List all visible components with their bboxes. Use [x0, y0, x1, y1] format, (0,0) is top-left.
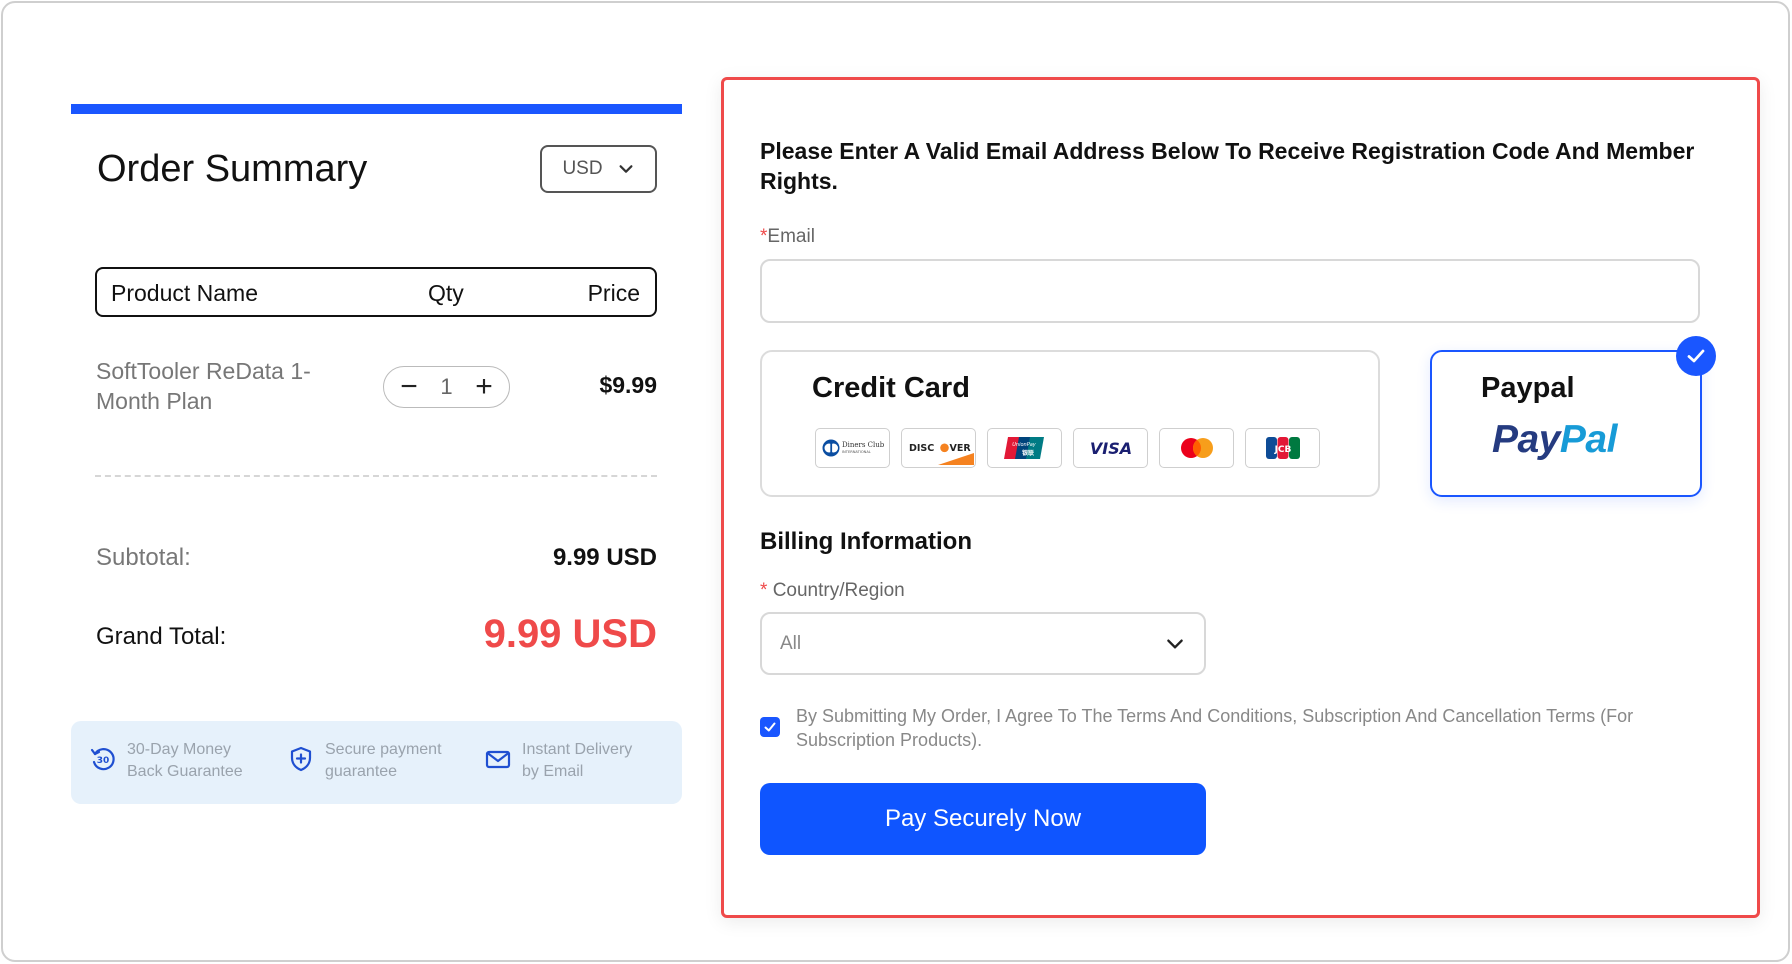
- paypal-logo-pal: Pal: [1559, 418, 1618, 461]
- checkout-form-panel: Please Enter A Valid Email Address Below…: [721, 77, 1760, 918]
- svg-text:UnionPay: UnionPay: [1012, 442, 1037, 448]
- guarantee-line-2: guarantee: [325, 763, 398, 780]
- guarantee-line-2: by Email: [522, 763, 584, 780]
- country-region-select[interactable]: All: [760, 612, 1206, 675]
- svg-text:INTERNATIONAL: INTERNATIONAL: [842, 450, 871, 454]
- paypal-logo-pay: Pay: [1492, 418, 1560, 461]
- country-value: All: [780, 632, 802, 654]
- order-summary-title: Order Summary: [97, 148, 368, 190]
- guarantee-secure-payment: Secure payment guarantee: [287, 739, 442, 783]
- guarantee-line-1: 30-Day Money: [127, 741, 232, 758]
- chevron-down-icon: [1167, 638, 1183, 649]
- unionpay-logo: UnionPay 银联: [987, 428, 1062, 468]
- paypal-label: Paypal: [1481, 372, 1575, 404]
- jcb-icon: JCB: [1265, 437, 1300, 459]
- payment-method-credit-card[interactable]: Credit Card Diners Club INTERNATIONAL DI…: [760, 350, 1380, 497]
- email-instructions: Please Enter A Valid Email Address Below…: [760, 138, 1695, 194]
- jcb-logo: JCB: [1245, 428, 1320, 468]
- grand-total-label: Grand Total:: [96, 623, 227, 650]
- guarantee-line-1: Secure payment: [325, 741, 442, 758]
- email-label-text: Email: [767, 226, 815, 247]
- subtotal-value: 9.99 USD: [552, 544, 657, 571]
- checkmark-icon: [764, 722, 776, 732]
- quantity-decrease-button[interactable]: −: [398, 372, 420, 402]
- guarantee-line-1: Instant Delivery: [522, 741, 633, 758]
- product-name: SoftTooler ReData 1-Month Plan: [96, 358, 311, 414]
- product-price: $9.99: [599, 372, 657, 398]
- selected-check-badge: [1676, 336, 1716, 376]
- email-icon: [485, 750, 511, 769]
- email-label: *Email: [760, 226, 815, 248]
- column-qty: Qty: [428, 280, 464, 306]
- diners-club-icon: Diners Club INTERNATIONAL: [822, 439, 885, 457]
- svg-text:VISA: VISA: [1089, 439, 1131, 458]
- terms-checkbox[interactable]: [760, 717, 780, 737]
- payment-method-paypal[interactable]: Paypal PayPal: [1430, 350, 1702, 497]
- visa-icon: VISA: [1089, 439, 1131, 458]
- mastercard-logo: [1159, 428, 1234, 468]
- discover-logo: DISC VER: [901, 428, 976, 468]
- unionpay-icon: UnionPay 银联: [1003, 437, 1044, 459]
- card-brand-logos: Diners Club INTERNATIONAL DISC VER Union…: [815, 428, 1320, 468]
- required-mark: *: [760, 580, 768, 601]
- window-frame: Order Summary USD Product Name Qty Price…: [1, 1, 1790, 962]
- svg-text:VER: VER: [949, 443, 971, 454]
- country-label-text: Country/Region: [772, 580, 905, 601]
- divider: [95, 475, 657, 477]
- guarantee-instant-delivery: Instant Delivery by Email: [484, 739, 632, 783]
- country-label: * Country/Region: [760, 580, 905, 602]
- guarantee-line-2: Back Guarantee: [127, 763, 243, 780]
- credit-card-label: Credit Card: [812, 372, 970, 404]
- guarantee-banner: 30 30-Day Money Back Guarantee Secure pa…: [71, 721, 682, 804]
- column-price: Price: [587, 280, 640, 306]
- currency-select[interactable]: USD: [540, 145, 657, 193]
- shield-plus-icon: [290, 746, 312, 772]
- svg-text:Diners Club: Diners Club: [842, 441, 885, 449]
- svg-text:30: 30: [97, 756, 110, 766]
- email-field[interactable]: [760, 259, 1700, 323]
- subtotal-label: Subtotal:: [96, 544, 191, 571]
- pay-securely-button[interactable]: Pay Securely Now: [760, 783, 1206, 855]
- quantity-value: 1: [440, 374, 453, 399]
- currency-value: USD: [562, 158, 603, 179]
- terms-agreement-text: By Submitting My Order, I Agree To The T…: [796, 706, 1634, 750]
- svg-text:银联: 银联: [1021, 449, 1033, 457]
- visa-logo: VISA: [1073, 428, 1148, 468]
- accent-bar: [71, 104, 682, 114]
- money-back-icon: 30: [90, 748, 115, 771]
- checkmark-icon: [1687, 349, 1705, 363]
- paypal-logo: PayPal: [1492, 418, 1617, 462]
- chevron-down-icon: [619, 165, 633, 173]
- quantity-stepper[interactable]: − 1 +: [383, 366, 510, 408]
- mastercard-icon: [1180, 438, 1213, 458]
- billing-information-title: Billing Information: [760, 528, 972, 555]
- svg-text:DISC: DISC: [909, 443, 934, 454]
- guarantee-money-back: 30 30-Day Money Back Guarantee: [89, 739, 243, 783]
- product-table-header: Product Name Qty Price: [95, 267, 657, 317]
- discover-icon: DISC VER: [909, 443, 974, 465]
- diners-club-logo: Diners Club INTERNATIONAL: [815, 428, 890, 468]
- grand-total-value: 9.99 USD: [483, 612, 657, 656]
- column-product-name: Product Name: [111, 280, 259, 306]
- quantity-increase-button[interactable]: +: [473, 372, 495, 402]
- svg-text:JCB: JCB: [1273, 445, 1291, 455]
